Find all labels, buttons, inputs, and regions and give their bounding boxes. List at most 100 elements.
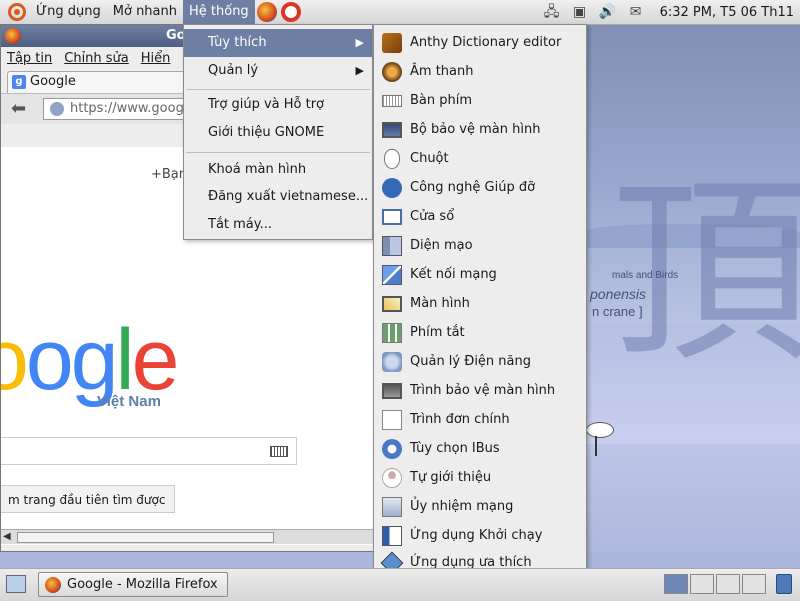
menu-item-lock-screen[interactable]: Khoá màn hình <box>184 156 372 184</box>
horizontal-scrollbar[interactable]: ◀ <box>1 529 374 544</box>
taskbar-button-firefox[interactable]: Google - Mozilla Firefox <box>38 572 228 597</box>
trash-icon[interactable] <box>776 574 792 594</box>
workspace-1[interactable] <box>664 574 688 594</box>
google-search-input[interactable] <box>1 437 297 465</box>
pref-label: Ủy nhiệm mạng <box>410 499 514 514</box>
pref-label: Bàn phím <box>410 93 473 108</box>
proxy-icon <box>382 497 402 517</box>
workspace-4[interactable] <box>742 574 766 594</box>
pref-label: Kết nối mạng <box>410 267 497 282</box>
pref-label: Trình đơn chính <box>410 412 510 427</box>
pref-mouse[interactable]: Chuột <box>374 144 586 173</box>
firefox-launcher-icon[interactable] <box>256 2 277 22</box>
pref-appearance[interactable]: Diện mạo <box>374 231 586 260</box>
pref-network-connections[interactable]: Kết nối mạng <box>374 260 586 289</box>
pref-label: Trình bảo vệ màn hình <box>410 383 556 398</box>
pref-screen-protector[interactable]: Bộ bảo vệ màn hình <box>374 115 586 144</box>
menu-system[interactable]: Hệ thống <box>183 0 255 24</box>
pref-label: Chuột <box>410 151 449 166</box>
menu-file[interactable]: Tập tin <box>1 51 58 66</box>
pref-label: Tự giới thiệu <box>410 470 492 485</box>
ubuntu-logo-icon[interactable] <box>8 3 26 21</box>
menu-item-label: Tắt máy... <box>208 217 273 232</box>
show-desktop-icon[interactable] <box>6 575 26 593</box>
keyboard-icon[interactable] <box>270 446 288 457</box>
help-launcher-icon[interactable] <box>280 2 301 22</box>
menu-separator <box>186 89 370 90</box>
pref-label: Cửa sổ <box>410 209 455 224</box>
submenu-arrow-icon: ▶ <box>355 36 364 49</box>
menu-item-label: Tùy thích <box>208 35 267 50</box>
menu-edit[interactable]: Chỉnh sửa <box>58 51 135 66</box>
pref-screensaver[interactable]: Trình bảo vệ màn hình <box>374 376 586 405</box>
back-arrow-icon[interactable]: ⬅ <box>11 99 33 119</box>
site-identity-icon[interactable] <box>50 102 64 116</box>
pref-network-proxy[interactable]: Ủy nhiệm mạng <box>374 492 586 521</box>
crane-leg <box>595 436 597 456</box>
pref-ibus[interactable]: Tùy chọn IBus <box>374 434 586 463</box>
menu-item-shut-down[interactable]: Tắt máy... <box>184 211 372 239</box>
workspace-2[interactable] <box>690 574 714 594</box>
bottom-panel: Google - Mozilla Firefox <box>0 568 800 601</box>
menu-applications[interactable]: Ứng dụng <box>30 0 107 24</box>
appearance-icon <box>382 236 402 256</box>
menu-item-label: Trợ giúp và Hỗ trợ <box>208 97 324 112</box>
pref-sound[interactable]: Âm thanh <box>374 57 586 86</box>
google-region-label: Việt Nam <box>97 393 161 410</box>
ibus-icon <box>382 439 402 459</box>
shortcuts-icon <box>382 323 402 343</box>
google-plus-link[interactable]: +Bạn <box>151 167 187 182</box>
volume-icon[interactable]: 🔊 <box>598 3 618 21</box>
firefox-icon <box>45 577 61 593</box>
pref-main-menu[interactable]: Trình đơn chính <box>374 405 586 434</box>
menu-item-label: Giới thiệu GNOME <box>208 125 325 140</box>
display-icon[interactable]: ▣ <box>570 3 590 21</box>
pref-label: Quản lý Điện năng <box>410 354 531 369</box>
network-icon[interactable]: 🖧 <box>542 3 562 21</box>
menu-view[interactable]: Hiển <box>135 51 177 66</box>
pref-label: Bộ bảo vệ màn hình <box>410 122 541 137</box>
logo-o: o <box>1 312 29 408</box>
pref-anthy-dictionary[interactable]: Anthy Dictionary editor <box>374 28 586 57</box>
network-connections-icon <box>382 265 402 285</box>
pref-startup-applications[interactable]: Ứng dụng Khởi chạy <box>374 521 586 550</box>
pref-label: Công nghệ Giúp đỡ <box>410 180 536 195</box>
menu-item-help[interactable]: Trợ giúp và Hỗ trợ <box>184 91 372 119</box>
pref-label: Ứng dụng Khởi chạy <box>410 528 543 543</box>
main-menu-icon <box>382 410 402 430</box>
pref-assistive-technologies[interactable]: Công nghệ Giúp đỡ <box>374 173 586 202</box>
pref-power-management[interactable]: Quản lý Điện năng <box>374 347 586 376</box>
pref-display[interactable]: Màn hình <box>374 289 586 318</box>
workspace-3[interactable] <box>716 574 740 594</box>
google-logo: oogle <box>1 317 179 403</box>
menu-item-log-out[interactable]: Đăng xuất vietnamese... <box>184 183 372 211</box>
pref-label: Âm thanh <box>410 64 474 79</box>
feeling-lucky-button[interactable]: m trang đầu tiên tìm được <box>1 485 175 513</box>
menu-item-about-gnome[interactable]: Giới thiệu GNOME <box>184 119 372 147</box>
startup-icon <box>382 526 402 546</box>
pref-about-me[interactable]: Tự giới thiệu <box>374 463 586 492</box>
pref-keyboard-shortcuts[interactable]: Phím tắt <box>374 318 586 347</box>
pref-keyboard[interactable]: Bàn phím <box>374 86 586 115</box>
scroll-left-icon[interactable]: ◀ <box>3 531 11 542</box>
speaker-icon <box>382 62 402 82</box>
menu-item-administration[interactable]: Quản lý ▶ <box>184 57 372 85</box>
menu-places[interactable]: Mở nhanh <box>107 0 183 24</box>
about-me-icon <box>382 468 402 488</box>
firefox-icon <box>5 28 21 44</box>
pref-label: Phím tắt <box>410 325 465 340</box>
pref-windows[interactable]: Cửa sổ <box>374 202 586 231</box>
google-favicon-icon: g <box>12 75 26 89</box>
scrollbar-thumb[interactable] <box>17 532 274 543</box>
menu-item-preferences[interactable]: Tùy thích ▶ <box>184 29 372 57</box>
accessibility-icon <box>382 178 402 198</box>
wallpaper-caption-common: n crane ] <box>592 304 643 319</box>
monitor-icon <box>382 122 402 138</box>
mail-icon[interactable]: ✉ <box>626 3 646 21</box>
tab-google[interactable]: g Google <box>7 71 207 93</box>
tab-title: Google <box>30 74 76 89</box>
wallpaper-caption-small: mals and Birds <box>612 270 679 281</box>
menu-item-label: Khoá màn hình <box>208 162 307 177</box>
keyboard-icon <box>382 95 402 107</box>
clock[interactable]: 6:32 PM, T5 06 Th11 <box>654 5 800 20</box>
